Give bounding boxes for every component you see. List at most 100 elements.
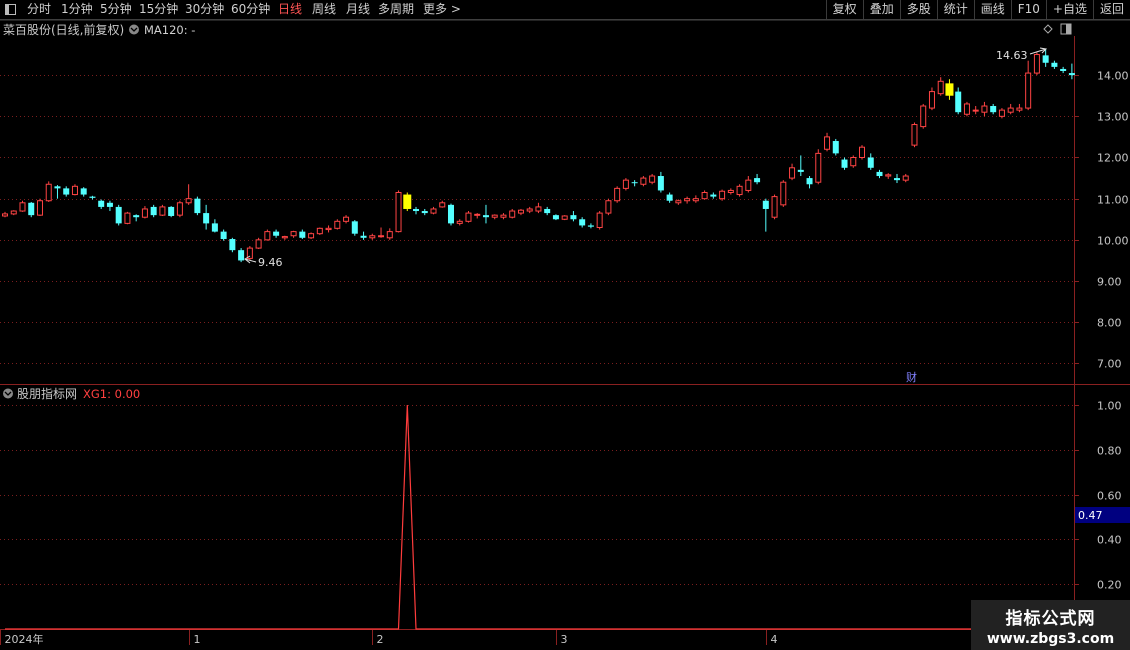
candle-down [570, 215, 577, 220]
candle-up [824, 136, 831, 150]
candle-down [666, 194, 673, 201]
candle-down [220, 231, 227, 240]
candle-down [299, 231, 306, 238]
candle-down [587, 225, 594, 227]
candle-down [955, 91, 962, 113]
diamond-icon[interactable] [1043, 24, 1053, 34]
x-tick-labels: 2024年12345 [0, 630, 988, 646]
candle-up [622, 179, 629, 189]
y-tick-label: 1.00 [1097, 400, 1122, 413]
candle-up [561, 215, 568, 220]
candle-up [1033, 54, 1040, 74]
candle-up [815, 152, 822, 183]
indicator-menu-icon[interactable] [129, 24, 139, 35]
x-tick-label: 3 [561, 633, 568, 646]
ma120-label: MA120: - [144, 23, 195, 37]
watermark: 指标公式网 www.zbgs3.com [971, 600, 1130, 650]
stock-chart[interactable]: 7.008.009.0010.0011.0012.0013.0014.000.2… [0, 0, 1130, 650]
x-tick-label: 4 [771, 633, 778, 646]
candle-down [841, 159, 848, 168]
candle-down [273, 231, 280, 236]
candle-down [544, 208, 551, 214]
candle-down [203, 213, 210, 224]
y-tick-label: 8.00 [1097, 317, 1122, 330]
candle-up [684, 198, 691, 202]
y-tick-label: 10.00 [1097, 235, 1129, 248]
x-tick-label: 2024年 [5, 632, 44, 646]
y-tick-label: 0.60 [1097, 490, 1122, 503]
candle-up [675, 200, 682, 204]
candle-up [159, 206, 166, 216]
candle-down [351, 221, 358, 234]
y-tick-label: 9.00 [1097, 276, 1122, 289]
candle-down [80, 188, 87, 195]
signal-candle [945, 83, 954, 96]
watermark-url: www.zbgs3.com [986, 631, 1115, 647]
y-tick-label: 12.00 [1097, 152, 1129, 165]
candlestick-series [2, 49, 1075, 263]
x-tick-label: 1 [194, 633, 201, 646]
candle-down [447, 204, 454, 224]
candle-up [509, 210, 516, 218]
candle-up [640, 177, 647, 185]
candle-up [902, 175, 909, 181]
candle-up [963, 103, 970, 115]
candle-down [54, 186, 61, 189]
candle-down [832, 141, 839, 154]
candle-up [45, 183, 52, 202]
candle-down [211, 223, 218, 232]
candle-down [806, 178, 813, 185]
candle-up [605, 200, 612, 214]
grid-lines [0, 75, 1079, 585]
candle-up [719, 190, 726, 200]
candle-up [465, 212, 472, 222]
candle-down [893, 178, 900, 181]
candle-up [2, 213, 8, 217]
candle-down [150, 206, 157, 216]
candle-down [579, 219, 586, 226]
finance-report-marker[interactable]: 财 [906, 370, 917, 384]
candle-up [343, 216, 350, 222]
candle-up [972, 109, 979, 112]
candle-up [789, 167, 796, 179]
candle-down [115, 206, 122, 224]
candle-down [990, 106, 997, 113]
sub-indicator-menu-icon[interactable] [3, 388, 13, 399]
y-tick-label: 0.20 [1097, 579, 1122, 592]
candle-down [89, 196, 96, 198]
candle-up [185, 198, 192, 204]
candle-down [552, 215, 559, 220]
candle-up [596, 212, 603, 229]
candle-up [937, 80, 944, 95]
candle-down [762, 200, 769, 209]
candle-down [133, 215, 140, 218]
candle-down [867, 157, 874, 168]
candle-down [631, 182, 638, 184]
candle-down [482, 215, 489, 218]
candle-up [378, 235, 385, 238]
current-value-label: 0.47 [1078, 509, 1103, 522]
candle-down [1051, 62, 1058, 67]
candle-down [754, 178, 761, 183]
y-tick-label: 11.00 [1097, 194, 1129, 207]
xg1-label: XG1: 0.00 [83, 387, 140, 401]
high-arrow-icon [1029, 47, 1048, 55]
candle-down [421, 211, 428, 214]
candle-up [308, 233, 315, 239]
candle-up [1025, 72, 1032, 109]
candle-up [430, 208, 437, 214]
candle-up [859, 146, 866, 158]
candle-up [535, 206, 542, 212]
xg1-line-series [5, 404, 1072, 630]
candle-down [238, 250, 245, 261]
candle-up [19, 202, 26, 212]
candle-up [10, 210, 17, 215]
candle-down [1068, 73, 1075, 76]
candle-up [395, 191, 402, 233]
candle-up [780, 181, 787, 206]
candle-up [1007, 107, 1014, 113]
candle-up [141, 208, 148, 218]
candle-up [981, 105, 988, 113]
candle-up [439, 202, 446, 208]
candle-up [771, 196, 778, 218]
